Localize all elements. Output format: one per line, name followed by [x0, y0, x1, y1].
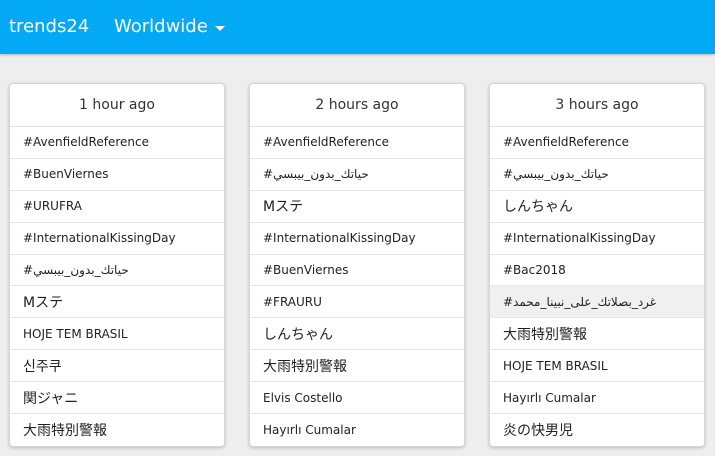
- trend-item[interactable]: #InternationalKissingDay: [250, 223, 464, 255]
- trend-item[interactable]: #FRAURU: [250, 286, 464, 319]
- trend-item[interactable]: #AvenfieldReference: [490, 127, 704, 159]
- trend-item[interactable]: #AvenfieldReference: [250, 127, 464, 159]
- caret-down-icon: [214, 25, 225, 31]
- trend-item[interactable]: 関ジャニ: [10, 382, 224, 415]
- trend-item[interactable]: Elvis Costello: [250, 382, 464, 415]
- trend-card-1h: 1 hour ago #AvenfieldReference #BuenVier…: [9, 83, 225, 447]
- region-label: Worldwide: [114, 16, 208, 37]
- trend-item[interactable]: #Bac2018: [490, 255, 704, 287]
- trend-item[interactable]: #غرد_بصلاتك_على_نبينا_محمد: [490, 286, 704, 319]
- trend-card-3h: 3 hours ago #AvenfieldReference #حياتك_ب…: [489, 83, 705, 447]
- trend-item[interactable]: Mステ: [250, 191, 464, 223]
- trend-item[interactable]: 大雨特別警報: [10, 414, 224, 446]
- trend-item[interactable]: HOJE TEM BRASIL: [490, 350, 704, 383]
- card-title: 2 hours ago: [250, 84, 464, 127]
- card-title: 1 hour ago: [10, 84, 224, 127]
- trend-item[interactable]: 大雨特別警報: [250, 350, 464, 383]
- region-dropdown[interactable]: Worldwide: [114, 15, 225, 39]
- trend-item[interactable]: #AvenfieldReference: [10, 127, 224, 159]
- trend-item[interactable]: しんちゃん: [490, 191, 704, 223]
- brand-logo[interactable]: trends24: [9, 15, 89, 39]
- trend-item[interactable]: #حياتك_بدون_بيبسي: [10, 255, 224, 287]
- trend-item[interactable]: #BuenViernes: [10, 159, 224, 191]
- trend-item[interactable]: しんちゃん: [250, 318, 464, 351]
- trend-item[interactable]: #InternationalKissingDay: [490, 223, 704, 255]
- trend-item[interactable]: #BuenViernes: [250, 255, 464, 287]
- trend-item[interactable]: 大雨特別警報: [490, 318, 704, 351]
- trend-item[interactable]: #حياتك_بدون_بيبسي: [490, 159, 704, 191]
- trend-item[interactable]: #URUFRA: [10, 191, 224, 223]
- trend-item[interactable]: 신주쿠: [10, 350, 224, 383]
- trend-item[interactable]: HOJE TEM BRASIL: [10, 318, 224, 351]
- card-title: 3 hours ago: [490, 84, 704, 127]
- trend-item[interactable]: 炎の快男児: [490, 414, 704, 446]
- trend-item[interactable]: #حياتك_بدون_بيبسي: [250, 159, 464, 191]
- trend-item[interactable]: Hayırlı Cumalar: [490, 382, 704, 415]
- trend-item[interactable]: #InternationalKissingDay: [10, 223, 224, 255]
- trend-item[interactable]: Hayırlı Cumalar: [250, 414, 464, 446]
- trend-card-2h: 2 hours ago #AvenfieldReference #حياتك_ب…: [249, 83, 465, 447]
- trend-item[interactable]: Mステ: [10, 286, 224, 319]
- top-navbar: trends24 Worldwide: [0, 0, 715, 54]
